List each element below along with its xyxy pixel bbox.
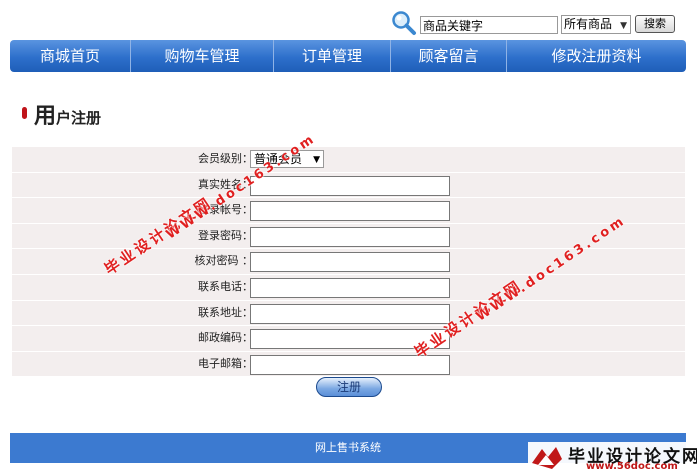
nav-item-messages[interactable]: 顾客留言: [391, 40, 507, 72]
form-row-email: 电子邮箱：: [12, 351, 685, 378]
address-input[interactable]: [250, 303, 450, 324]
register-button[interactable]: 注册: [316, 377, 382, 397]
form-row-address: 联系地址：: [12, 300, 685, 327]
search-icon: [391, 10, 417, 36]
watermark-logo-icon: [530, 445, 564, 471]
form-row-realname: 真实姓名：: [12, 172, 685, 199]
level-label: 会员级别：: [198, 152, 253, 165]
account-input[interactable]: [250, 201, 450, 222]
phone-input[interactable]: [250, 277, 450, 298]
postcode-label: 邮政编码：: [198, 331, 253, 345]
search-input[interactable]: [420, 16, 558, 34]
chevron-down-icon: ▼: [313, 155, 320, 165]
nav-item-home[interactable]: 商城首页: [10, 40, 131, 72]
form-row-postcode: 邮政编码：: [12, 326, 685, 352]
confirm-password-label: 核对密码 ：: [194, 254, 254, 268]
page-title-rest: 户注册: [56, 109, 102, 127]
watermark-corner: 毕业设计论文网 www.56doc.com: [528, 442, 697, 474]
form-row-phone: 联系电话：: [12, 274, 685, 301]
search-bar: 所有商品 ▼ 搜索: [389, 10, 689, 36]
page-title-big-char: 用: [34, 103, 57, 129]
nav-item-cart[interactable]: 购物车管理: [131, 40, 274, 72]
nav-item-edit-profile[interactable]: 修改注册资料: [507, 40, 686, 72]
form-row-account: 登录帐号：: [12, 198, 685, 224]
nav-item-orders[interactable]: 订单管理: [274, 40, 391, 72]
watermark-corner-url: www.56doc.com: [586, 461, 678, 472]
category-select[interactable]: 所有商品 ▼: [561, 15, 631, 34]
phone-label: 联系电话：: [198, 279, 253, 293]
main-nav: 商城首页 购物车管理 订单管理 顾客留言 修改注册资料: [10, 40, 686, 72]
password-label: 登录密码：: [198, 228, 253, 242]
address-label: 联系地址：: [198, 305, 253, 319]
category-select-value: 所有商品: [564, 17, 613, 31]
email-label: 电子邮箱：: [198, 356, 253, 370]
form-row-level: 会员级别： 普通会员 ▼: [12, 147, 685, 173]
confirm-password-input[interactable]: [250, 252, 450, 273]
title-bullet-icon: [22, 107, 27, 119]
chevron-down-icon: ▼: [620, 21, 627, 31]
password-input[interactable]: [250, 226, 450, 247]
realname-input[interactable]: [250, 175, 450, 196]
search-button[interactable]: 搜索: [635, 15, 675, 33]
